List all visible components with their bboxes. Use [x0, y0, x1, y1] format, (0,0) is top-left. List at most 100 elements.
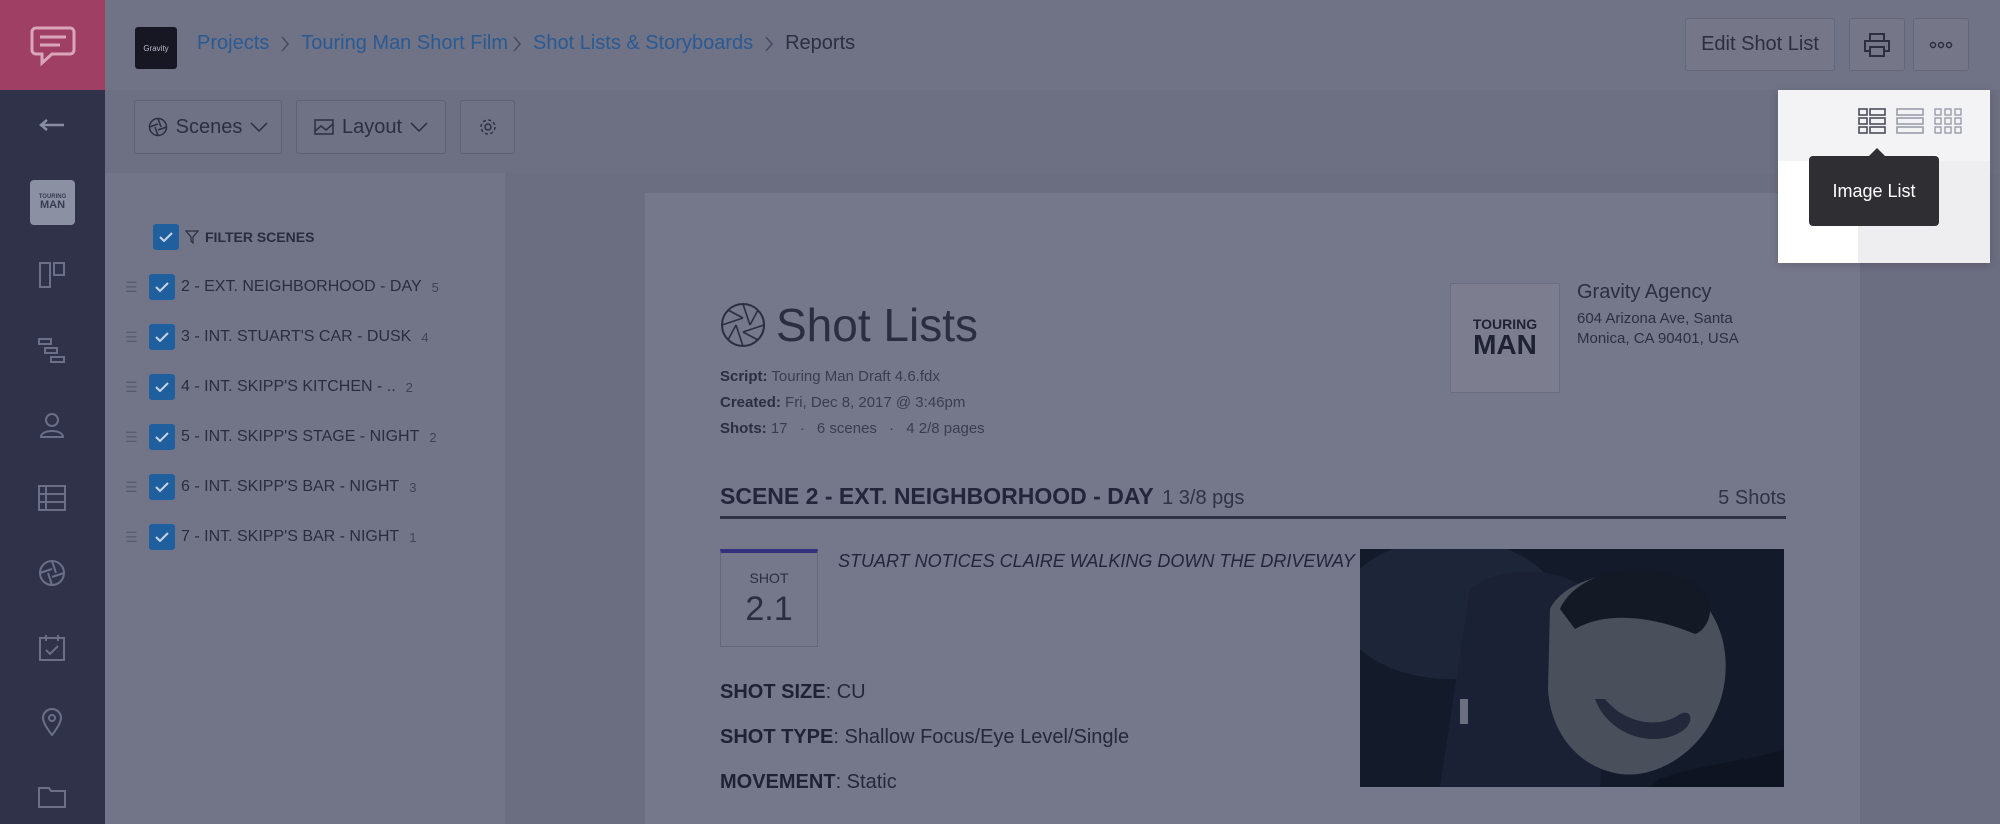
check-icon [159, 232, 173, 242]
project-logo[interactable]: Gravity [135, 27, 177, 69]
project-thumb-line2: MAN [39, 199, 66, 211]
folder-icon[interactable] [32, 776, 72, 816]
drag-handle-icon[interactable]: ☰ [125, 429, 139, 446]
movement-label: MOVEMENT [720, 771, 836, 793]
grid-view-icon[interactable] [1933, 106, 1963, 136]
scene-filter-item[interactable]: ☰ 3 - INT. STUART'S CAR - DUSK 4 [125, 322, 429, 352]
timeline-icon[interactable] [32, 330, 72, 370]
created-label: Created: [720, 394, 781, 411]
top-header: Gravity Projects Touring Man Short Film … [105, 0, 2000, 90]
shot-list-document: Shot Lists Script: Touring Man Draft 4.6… [645, 193, 1860, 824]
created-value: Fri, Dec 8, 2017 @ 3:46pm [785, 394, 966, 411]
breadcrumb-shot-lists[interactable]: Shot Lists & Storyboards [533, 32, 753, 55]
shot-type-label: SHOT TYPE [720, 726, 834, 748]
project-thumbnail[interactable]: TOURING MAN [30, 180, 75, 225]
board-icon[interactable] [32, 255, 72, 295]
check-icon [155, 482, 169, 492]
filter-all-checkbox[interactable] [153, 224, 179, 250]
aperture-icon [721, 303, 765, 347]
agency-name: Gravity Agency [1577, 281, 1712, 303]
drag-handle-icon[interactable]: ☰ [125, 379, 139, 396]
layout-dropdown[interactable]: Layout [296, 100, 446, 154]
aperture-icon[interactable] [32, 553, 72, 593]
edit-shot-list-label: Edit Shot List [1701, 33, 1819, 55]
document-title-text: Shot Lists [776, 299, 978, 351]
scene-checkbox[interactable] [149, 424, 175, 450]
settings-button[interactable] [460, 100, 515, 154]
location-pin-icon[interactable] [32, 702, 72, 742]
scene-filter-panel: FILTER SCENES ☰ 2 - EXT. NEIGHBORHOOD - … [105, 173, 505, 824]
shot-size-label: SHOT SIZE [720, 681, 826, 703]
shot-type-property: SHOT TYPE: Shallow Focus/Eye Level/Singl… [720, 726, 1129, 749]
scene-shot-count: 5 Shots [1718, 487, 1786, 509]
drag-handle-icon[interactable]: ☰ [125, 279, 139, 296]
scene-filter-item[interactable]: ☰ 2 - EXT. NEIGHBORHOOD - DAY 5 [125, 272, 439, 302]
more-dots-icon [1929, 41, 1953, 48]
scene-shot-count: 1 [409, 529, 417, 545]
agency-info: Gravity Agency 604 Arizona Ave, Santa Mo… [1577, 281, 1739, 347]
scene-checkbox[interactable] [149, 274, 175, 300]
drag-handle-icon[interactable]: ☰ [125, 329, 139, 346]
aperture-icon [148, 117, 167, 137]
shot-number-badge: SHOT 2.1 [720, 549, 818, 647]
script-label: Script: [720, 368, 768, 385]
agency-address-line1: 604 Arizona Ave, Santa [1577, 310, 1733, 327]
filter-scenes-header: FILTER SCENES [153, 222, 314, 252]
print-button[interactable] [1849, 18, 1905, 71]
back-arrow-icon[interactable] [32, 105, 72, 145]
scene-label: 6 - INT. SKIPP'S BAR - NIGHT [181, 478, 400, 495]
scene-shot-count: 2 [405, 379, 413, 395]
scene-shot-count: 2 [429, 429, 437, 445]
edit-shot-list-button[interactable]: Edit Shot List [1685, 18, 1835, 71]
scene-shot-count: 5 [431, 279, 439, 295]
drag-handle-icon[interactable]: ☰ [125, 529, 139, 546]
script-meta: Script: Touring Man Draft 4.6.fdx [720, 368, 940, 385]
list-view-icon[interactable] [1895, 106, 1925, 136]
scene-checkbox[interactable] [149, 474, 175, 500]
scene-label: 5 - INT. SKIPP'S STAGE - NIGHT [181, 428, 420, 445]
layout-dropdown-label: Layout [341, 115, 403, 138]
shot-number: 2.1 [745, 590, 793, 628]
scene-shot-count: 4 [421, 329, 429, 345]
scene-checkbox[interactable] [149, 374, 175, 400]
chevron-right-icon [512, 35, 522, 53]
chevron-right-icon [280, 35, 290, 53]
scene-checkbox[interactable] [149, 524, 175, 550]
app-logo[interactable] [0, 0, 105, 90]
scene-label: 4 - INT. SKIPP'S KITCHEN - .. [181, 378, 396, 395]
scene-filter-item[interactable]: ☰ 7 - INT. SKIPP'S BAR - NIGHT 1 [125, 522, 416, 552]
more-options-button[interactable] [1913, 18, 1969, 71]
meta-separator: · [799, 420, 805, 437]
list-icon[interactable] [32, 478, 72, 518]
chevron-down-icon [410, 122, 428, 132]
drag-handle-icon[interactable]: ☰ [125, 479, 139, 496]
scene-filter-item[interactable]: ☰ 6 - INT. SKIPP'S BAR - NIGHT 3 [125, 472, 416, 502]
chat-bubble-logo-icon [30, 26, 75, 67]
shots-label: Shots: [720, 420, 767, 437]
scenes-dropdown[interactable]: Scenes [134, 100, 282, 154]
breadcrumb-project[interactable]: Touring Man Short Film [301, 32, 508, 55]
shot-description: STUART NOTICES CLAIRE WALKING DOWN THE D… [838, 551, 1355, 571]
movement-property: MOVEMENT: Static [720, 771, 897, 794]
check-icon [155, 432, 169, 442]
contacts-icon[interactable] [32, 405, 72, 445]
check-icon [155, 282, 169, 292]
shot-frame-image[interactable] [1360, 549, 1784, 787]
scene-checkbox[interactable] [149, 324, 175, 350]
view-tooltip: Image List [1809, 156, 1939, 226]
scene-label: 3 - INT. STUART'S CAR - DUSK [181, 328, 412, 345]
scene-heading: SCENE 2 - EXT. NEIGHBORHOOD - DAY 1 3/8 … [720, 483, 1786, 519]
scene-filter-item[interactable]: ☰ 4 - INT. SKIPP'S KITCHEN - .. 2 [125, 372, 413, 402]
scene-filter-item[interactable]: ☰ 5 - INT. SKIPP'S STAGE - NIGHT 2 [125, 422, 437, 452]
script-value: Touring Man Draft 4.6.fdx [771, 368, 940, 385]
image-list-view-icon[interactable] [1857, 106, 1887, 136]
calendar-icon[interactable] [32, 628, 72, 668]
scene-heading-title: SCENE 2 - EXT. NEIGHBORHOOD - DAY [720, 483, 1154, 509]
tooltip-text: Image List [1832, 180, 1916, 201]
pages-count: 4 2/8 pages [906, 420, 985, 437]
breadcrumb-current: Reports [785, 32, 856, 54]
scenes-count: 6 scenes [816, 420, 877, 437]
breadcrumb-projects[interactable]: Projects [197, 32, 269, 55]
movement-value: : Static [835, 771, 897, 793]
check-icon [155, 382, 169, 392]
